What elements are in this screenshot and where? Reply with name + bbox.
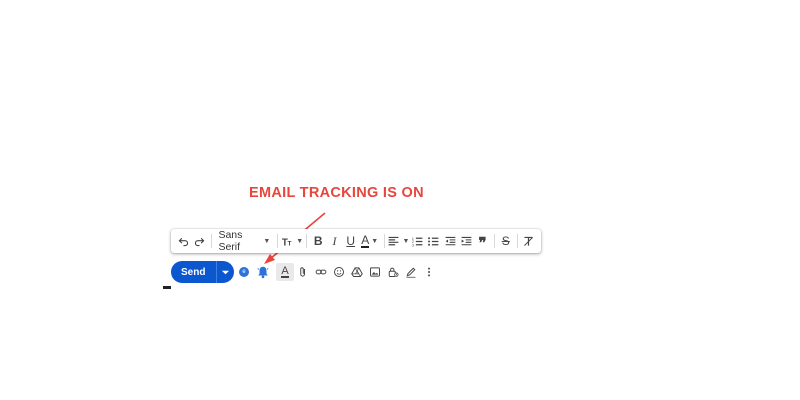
tracking-icon[interactable]: e	[235, 263, 253, 281]
quote-icon[interactable]: ❞	[474, 229, 490, 254]
indent-less-icon[interactable]	[442, 231, 458, 251]
italic-icon[interactable]: I	[326, 231, 342, 251]
svg-text:3: 3	[412, 243, 414, 247]
drive-icon[interactable]	[348, 263, 366, 281]
annotation-label: EMAIL TRACKING IS ON	[249, 185, 424, 201]
indent-more-icon[interactable]	[458, 231, 474, 251]
undo-icon[interactable]	[175, 231, 191, 251]
divider	[383, 234, 385, 248]
divider	[277, 234, 279, 248]
confidential-lock-icon[interactable]	[384, 263, 402, 281]
compose-action-bar: Send	[171, 261, 234, 283]
redo-icon[interactable]	[191, 231, 207, 251]
link-icon[interactable]	[312, 263, 330, 281]
divider	[210, 234, 212, 248]
emoji-icon[interactable]	[330, 263, 348, 281]
photo-icon[interactable]	[366, 263, 384, 281]
send-button-group: Send	[171, 261, 234, 283]
strikethrough-icon[interactable]: S	[498, 231, 514, 251]
send-button[interactable]: Send	[171, 261, 216, 283]
font-select-label: Sans Serif	[218, 229, 243, 253]
divider	[306, 234, 308, 248]
divider	[493, 234, 495, 248]
cursor-marker	[163, 286, 171, 289]
notification-bell-icon[interactable]	[254, 263, 272, 281]
attach-icon[interactable]	[294, 263, 312, 281]
signature-icon[interactable]	[402, 263, 420, 281]
chevron-down-icon: ▼	[263, 237, 271, 245]
align-icon[interactable]: ▼	[387, 231, 409, 251]
bulleted-list-icon[interactable]	[426, 231, 442, 251]
more-options-icon[interactable]	[420, 263, 438, 281]
formatting-glyph: A	[281, 265, 289, 278]
formatting-toolbar: Sans Serif ▼ TT ▼ B I U A ▼ ▼ 123 ❞ S	[171, 229, 541, 253]
chevron-down-icon: ▼	[371, 237, 379, 245]
font-select[interactable]: Sans Serif ▼	[214, 229, 274, 253]
send-options-button[interactable]	[216, 261, 234, 283]
formatting-options-icon[interactable]: A	[276, 263, 294, 281]
text-size-icon[interactable]: TT ▼	[281, 231, 303, 251]
chevron-down-icon: ▼	[296, 237, 304, 245]
underline-icon[interactable]: U	[343, 231, 359, 251]
chevron-down-icon	[221, 270, 230, 274]
svg-text:T: T	[288, 240, 292, 247]
bold-icon[interactable]: B	[310, 231, 326, 251]
remove-formatting-icon[interactable]	[521, 231, 537, 251]
numbered-list-icon[interactable]: 123	[409, 231, 425, 251]
tracking-badge: e	[239, 267, 249, 277]
text-color-icon[interactable]: A ▼	[359, 231, 381, 251]
divider	[516, 234, 518, 248]
text-color-glyph: A	[361, 232, 370, 248]
chevron-down-icon: ▼	[402, 237, 410, 245]
